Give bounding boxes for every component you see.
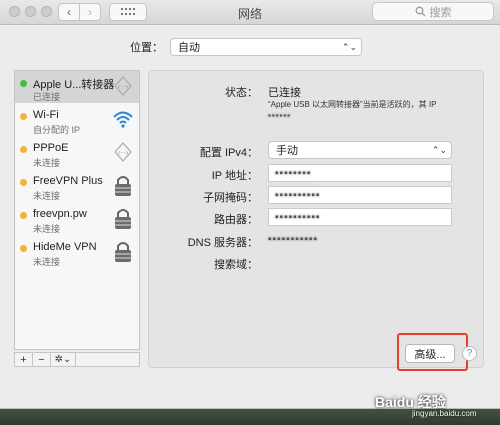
ip-address-field[interactable]: ▪▪▪▪▪▪▪▪ (268, 164, 452, 182)
location-select[interactable]: 自动 ⌃⌄ (170, 38, 362, 56)
service-item-apple-usb[interactable]: Apple U...转接器 已连接 ‹··› (15, 71, 139, 103)
select-arrows-icon: ⌃⌄ (341, 41, 357, 52)
service-item-wifi[interactable]: Wi-Fi 自分配的 IP (15, 104, 139, 136)
dns-server-label: DNS 服务器： (187, 237, 258, 249)
subnet-mask-field[interactable]: ▪▪▪▪▪▪▪▪▪▪ (268, 186, 452, 204)
svg-text:‹··›: ‹··› (118, 148, 129, 157)
status-dot (20, 212, 27, 219)
status-label: 状态： (225, 87, 258, 99)
service-name: FreeVPN Plus (33, 175, 103, 187)
help-button[interactable]: ? (462, 346, 477, 361)
search-icon (415, 6, 425, 17)
ip-address-value: ▪▪▪▪▪▪▪▪ (275, 167, 312, 179)
watermark-subtext: jingyan.baidu.com (412, 409, 477, 418)
wifi-icon (113, 111, 133, 128)
network-preferences-window: ‹ › 网络 搜索 位置： 自动 ⌃⌄ Apple U...转接器 已连接 ‹·… (0, 0, 500, 409)
service-status: 未连接 (33, 224, 61, 234)
service-status: 自分配的 IP (33, 125, 81, 135)
service-item-freevpn-pw[interactable]: freevpn.pw 未连接 (15, 203, 139, 235)
status-note-tail: ▪▪▪▪▪▪ (268, 111, 292, 120)
search-placeholder: 搜索 (429, 6, 452, 19)
service-item-pppoe[interactable]: PPPoE 未连接 ‹··› (15, 137, 139, 169)
config-ipv4-select[interactable]: 手动 ⌃⌄ (268, 141, 452, 159)
search-field[interactable]: 搜索 (372, 2, 494, 21)
ethernet-arrows-icon: ‹··› (114, 142, 132, 162)
service-item-hideme-vpn[interactable]: HideMe VPN 未连接 (15, 236, 139, 268)
service-list-toolbar: + − ✲⌄ (14, 352, 140, 367)
status-dot (20, 146, 27, 153)
service-name: HideMe VPN (33, 241, 97, 253)
status-dot (20, 245, 27, 252)
location-label: 位置： (130, 42, 163, 54)
ip-address-label: IP 地址： (211, 170, 258, 182)
service-status: 未连接 (33, 257, 61, 267)
add-service-button[interactable]: + (15, 353, 33, 366)
service-item-freevpn-plus[interactable]: FreeVPN Plus 未连接 (15, 170, 139, 202)
router-label: 路由器： (214, 214, 258, 226)
highlight-box (397, 333, 468, 371)
location-value: 自动 (178, 42, 200, 54)
subnet-mask-label: 子网掩码： (203, 192, 258, 204)
lock-icon (115, 176, 131, 196)
action-menu-button[interactable]: ✲⌄ (51, 353, 76, 366)
title-bar: ‹ › 网络 搜索 (0, 0, 500, 25)
ethernet-arrows-icon: ‹··› (114, 76, 132, 96)
search-domain-label: 搜索域： (214, 259, 258, 271)
service-status: 未连接 (33, 191, 61, 201)
config-ipv4-value: 手动 (276, 145, 298, 157)
lock-icon (115, 209, 131, 229)
subnet-mask-value: ▪▪▪▪▪▪▪▪▪▪ (275, 189, 321, 201)
lock-icon (115, 242, 131, 262)
status-dot (20, 179, 27, 186)
config-ipv4-label: 配置 IPv4： (199, 147, 258, 159)
status-dot (20, 113, 27, 120)
svg-text:‹··›: ‹··› (118, 82, 129, 91)
router-field[interactable]: ▪▪▪▪▪▪▪▪▪▪ (268, 208, 452, 226)
dns-server-value: ▪▪▪▪▪▪▪▪▪▪▪ (268, 234, 318, 245)
status-dot (20, 80, 27, 87)
select-arrows-icon: ⌃⌄ (431, 144, 447, 155)
remove-service-button[interactable]: − (33, 353, 51, 366)
service-list: Apple U...转接器 已连接 ‹··› Wi-Fi 自分配的 IP PPP… (14, 70, 140, 350)
status-note: “Apple USB 以太网转接器”当前是活跃的，其 IP (268, 100, 437, 109)
service-status: 已连接 (33, 92, 61, 102)
service-name: Wi-Fi (33, 109, 59, 121)
service-name: PPPoE (33, 142, 69, 154)
service-name: freevpn.pw (33, 208, 87, 220)
router-value: ▪▪▪▪▪▪▪▪▪▪ (275, 211, 321, 223)
service-status: 未连接 (33, 158, 61, 168)
status-value: 已连接 (268, 87, 301, 99)
